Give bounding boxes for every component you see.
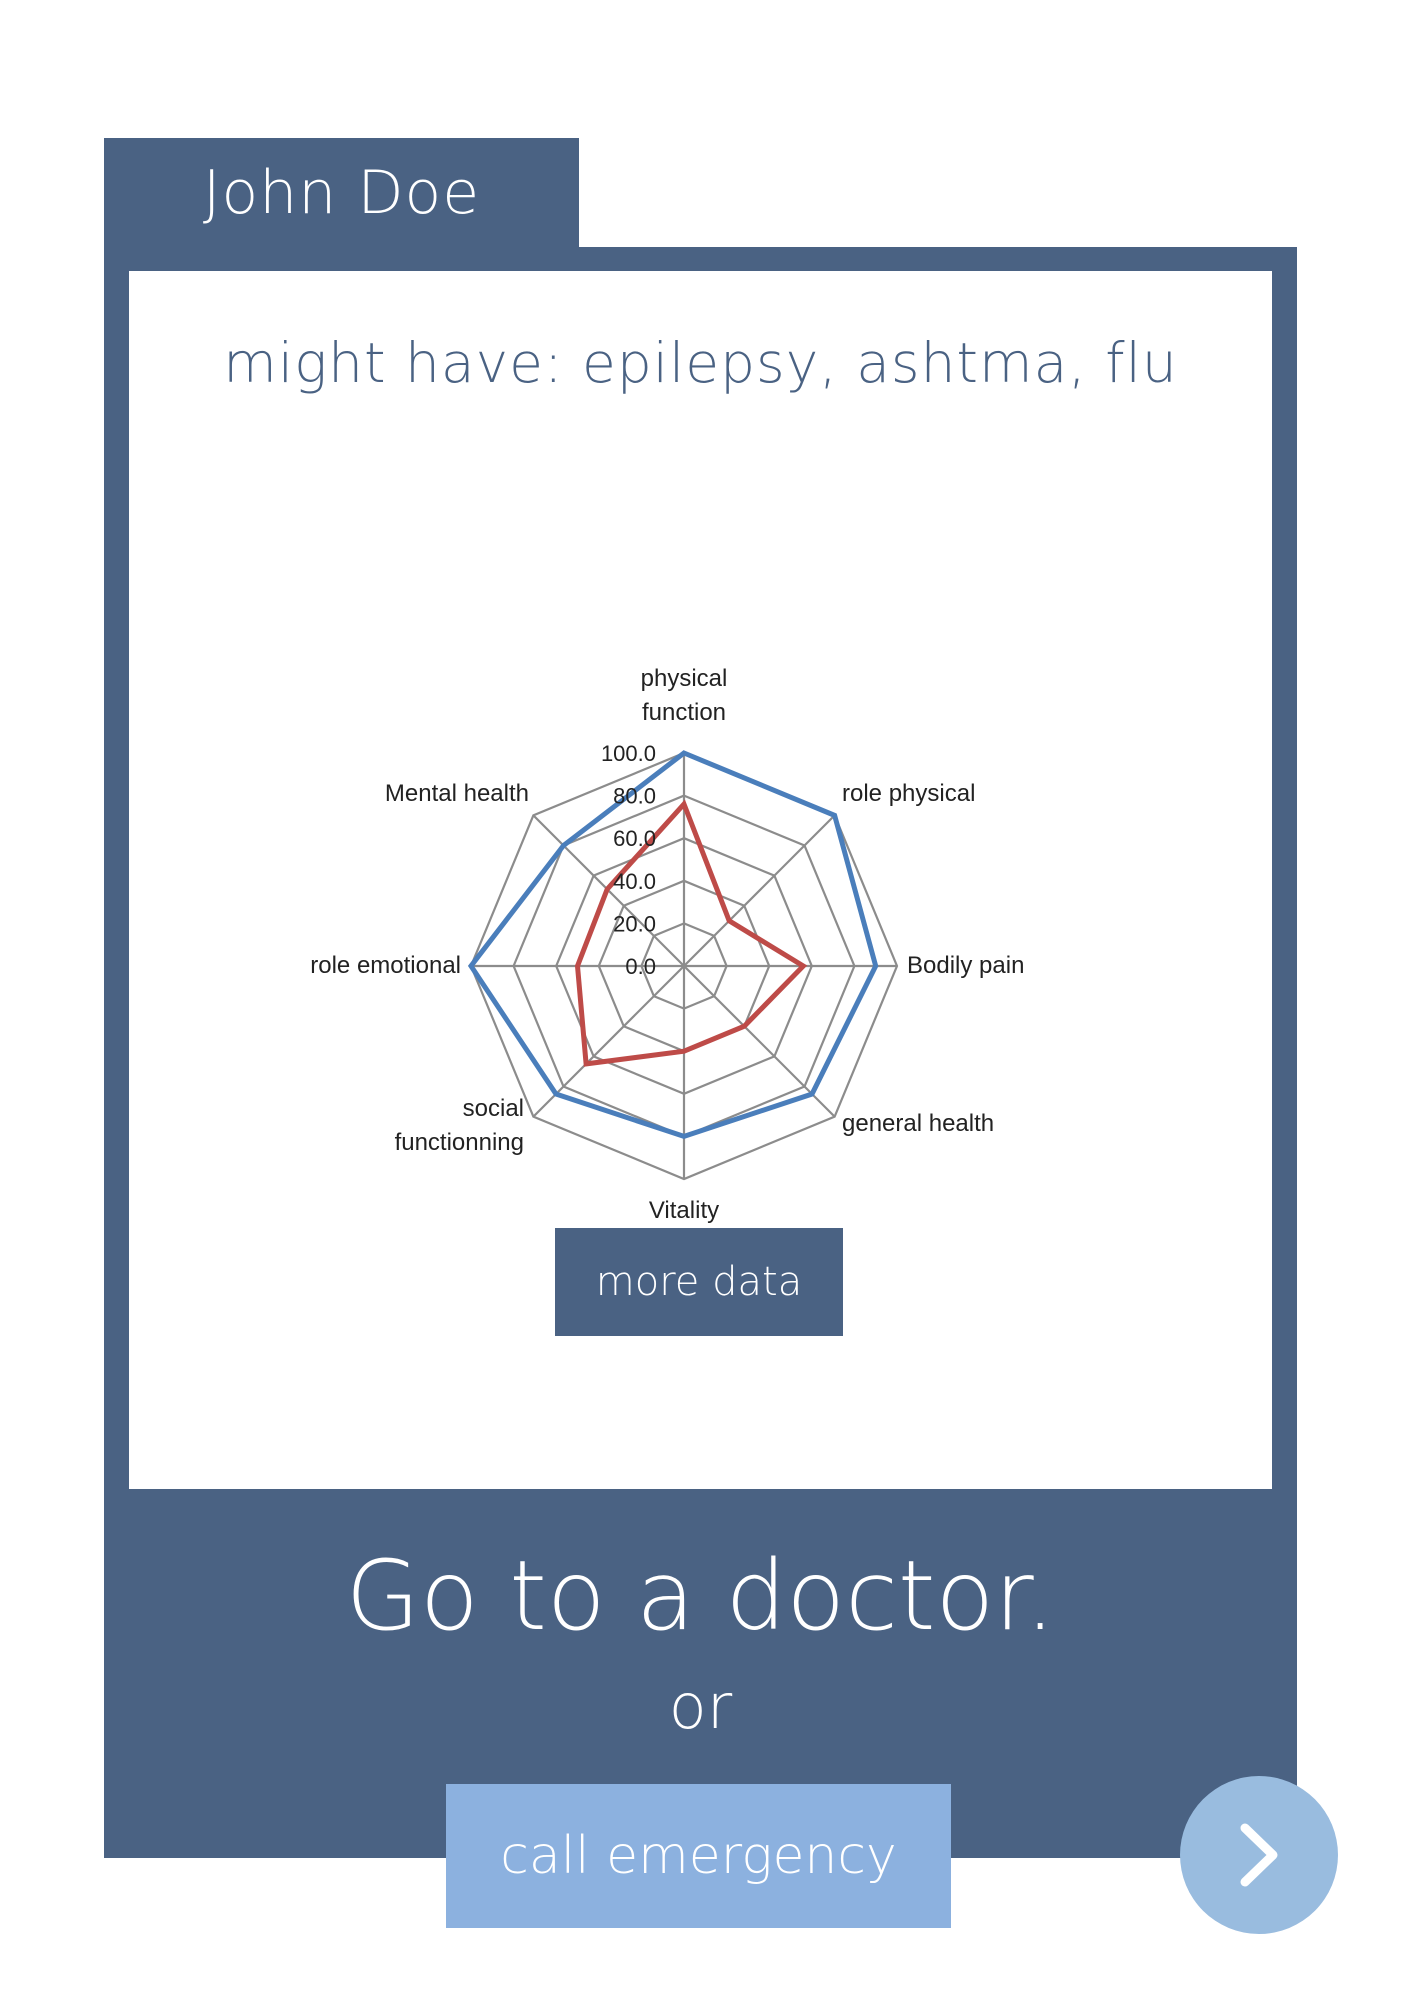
patient-name: John Doe bbox=[202, 157, 481, 228]
patient-name-tab: John Doe bbox=[104, 138, 579, 247]
radar-tick-label: 80.0 bbox=[613, 784, 656, 809]
radar-axis-label: Vitality bbox=[649, 1197, 719, 1224]
radar-axis-label: physical function bbox=[641, 665, 728, 726]
radar-axis-label: social functionning bbox=[395, 1095, 524, 1156]
radar-series bbox=[467, 750, 879, 1140]
radar-axis-label: role physical bbox=[842, 780, 975, 807]
more-data-button[interactable]: more data bbox=[555, 1228, 843, 1336]
radar-axis-label: Bodily pain bbox=[907, 952, 1024, 979]
call-emergency-button[interactable]: call emergency bbox=[446, 1784, 951, 1928]
chevron-right-icon bbox=[1240, 1823, 1278, 1887]
call-emergency-label: call emergency bbox=[500, 1826, 897, 1886]
advice-text: Go to a doctor. bbox=[345, 1540, 1056, 1652]
radar-axis-label: general health bbox=[842, 1110, 994, 1137]
radar-axis-label: Mental health bbox=[385, 780, 529, 807]
radar-axis-label: role emotional bbox=[310, 952, 461, 979]
results-panel: might have: epilepsy, ashtma, flu 0.0 20.… bbox=[129, 271, 1272, 1489]
radar-tick-label: 60.0 bbox=[613, 826, 656, 851]
or-label: or bbox=[668, 1670, 733, 1743]
diagnosis-text: might have: epilepsy, ashtma, flu bbox=[223, 331, 1178, 395]
radar-tick-label: 20.0 bbox=[613, 911, 656, 936]
radar-series-line bbox=[467, 750, 879, 1140]
more-data-label: more data bbox=[595, 1259, 803, 1305]
radar-tick-label: 40.0 bbox=[613, 869, 656, 894]
radar-tick-label: 0.0 bbox=[625, 954, 656, 979]
radar-tick-label: 100.0 bbox=[601, 741, 656, 766]
radar-axis-labels: physical function role physical Bodily pain… bbox=[310, 665, 1024, 1224]
next-button[interactable] bbox=[1180, 1776, 1338, 1934]
